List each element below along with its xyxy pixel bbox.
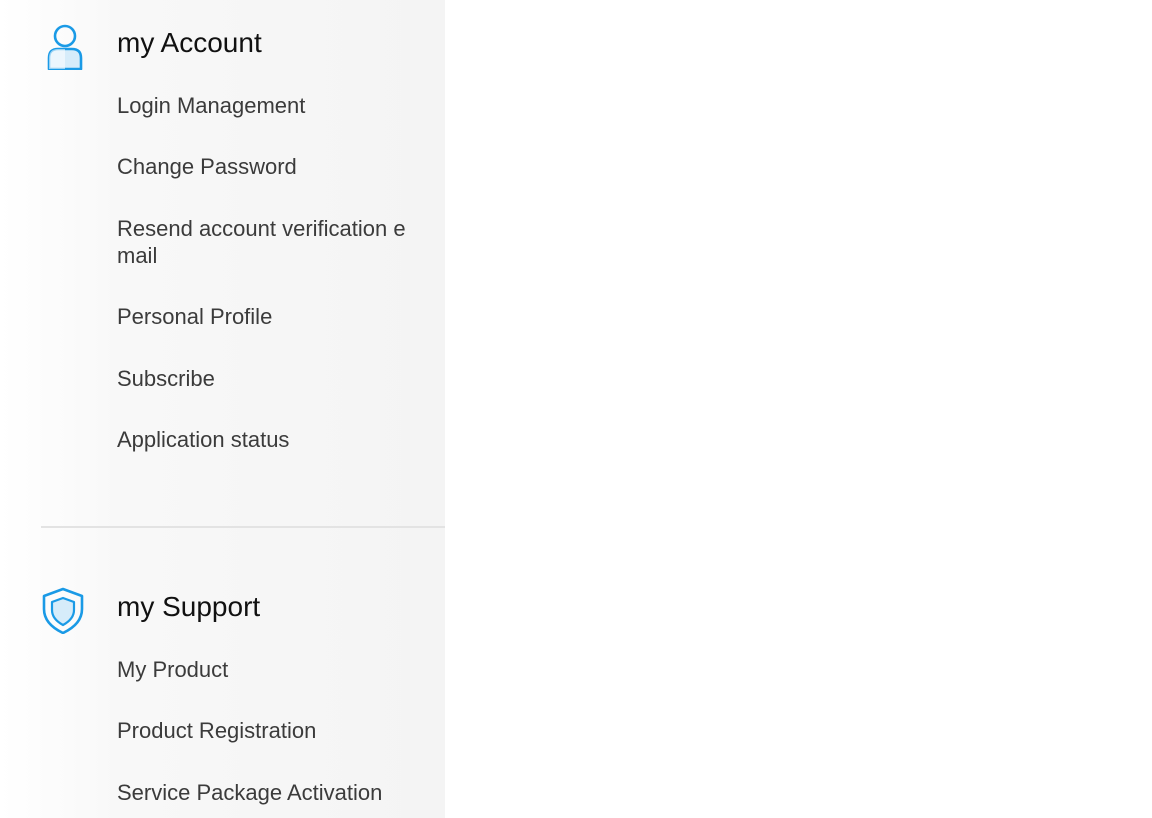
- menu-item-service-package-activation[interactable]: Service Package Activation: [117, 779, 435, 806]
- menu-item-subscribe[interactable]: Subscribe: [117, 365, 435, 392]
- menu-item-resend-verification-email[interactable]: Resend account verification e mail: [117, 215, 435, 269]
- account-section-header: my Account: [0, 20, 445, 71]
- menu-item-personal-profile[interactable]: Personal Profile: [117, 303, 435, 330]
- user-icon: [41, 22, 87, 71]
- support-section-header: my Support: [0, 584, 445, 635]
- menu-item-application-status[interactable]: Application status: [117, 426, 435, 453]
- menu-item-change-password[interactable]: Change Password: [117, 153, 435, 180]
- shield-icon: [41, 586, 87, 635]
- menu-item-product-registration[interactable]: Product Registration: [117, 717, 435, 744]
- menu-item-my-product[interactable]: My Product: [117, 656, 435, 683]
- main-content-area: [445, 0, 1152, 818]
- account-section-title: my Account: [117, 27, 262, 58]
- section-divider: [41, 526, 445, 528]
- support-section-title: my Support: [117, 591, 261, 622]
- menu-item-login-management[interactable]: Login Management: [117, 92, 435, 119]
- sidebar-nav: my Account Login Management Change Passw…: [0, 0, 445, 818]
